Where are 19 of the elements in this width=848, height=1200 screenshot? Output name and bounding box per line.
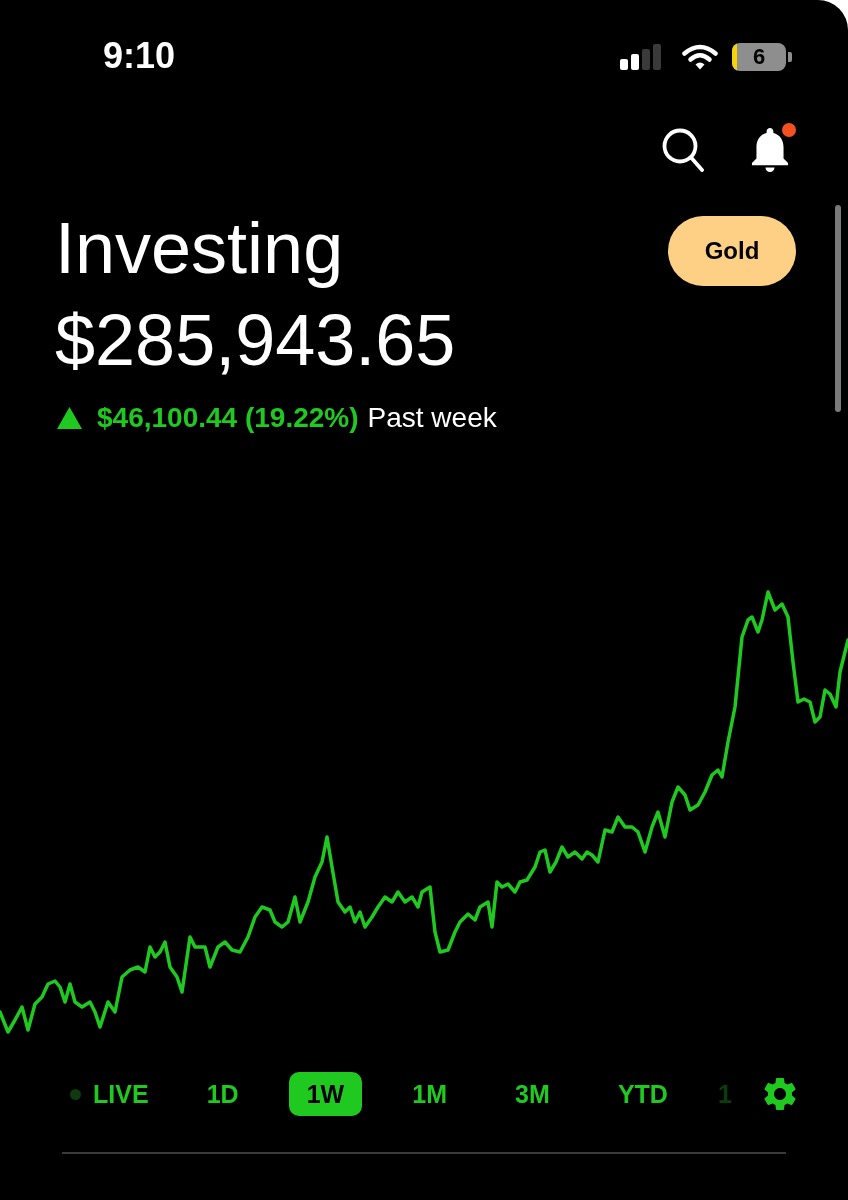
range-tab[interactable]: YTD (599, 1072, 686, 1116)
bell-icon[interactable] (750, 128, 790, 172)
status-time: 9:10 (103, 38, 176, 74)
portfolio-balance: $285,943.65 (54, 304, 457, 376)
range-tab[interactable]: LIVE (62, 1072, 157, 1116)
battery-percentage: 6 (752, 46, 766, 68)
range-tab[interactable]: 1M (394, 1072, 465, 1116)
range-tab[interactable]: 3M (497, 1072, 568, 1116)
plan-button[interactable]: Gold (668, 216, 796, 286)
search-icon[interactable] (662, 128, 704, 172)
wifi-icon (682, 44, 718, 70)
change-amount: $46,100.44 (19.22%) (97, 404, 359, 432)
battery-cap (788, 52, 792, 62)
range-tab[interactable]: 1D (188, 1072, 257, 1116)
battery-fill (732, 43, 737, 71)
signal-icon (620, 44, 662, 70)
range-tab[interactable]: 1W (288, 1072, 363, 1116)
settings-icon[interactable] (763, 1078, 796, 1110)
change-period: Past week (367, 404, 497, 432)
